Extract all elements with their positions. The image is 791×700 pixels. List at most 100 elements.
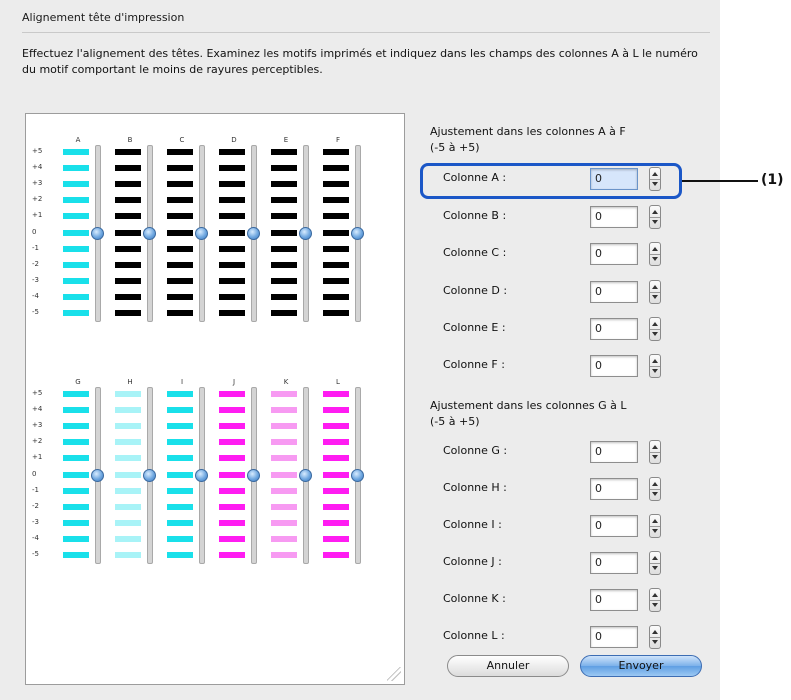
slider-knob-j[interactable] [247, 468, 260, 482]
column-l-input[interactable]: 0 [590, 626, 638, 648]
pattern-mark-g [63, 552, 89, 558]
chevron-up-icon[interactable] [652, 210, 658, 214]
chevron-up-icon[interactable] [652, 593, 658, 597]
field-label: Colonne D : [443, 284, 508, 297]
pattern-mark-h [115, 455, 141, 462]
chevron-down-icon[interactable] [652, 455, 658, 459]
chevron-up-icon[interactable] [652, 630, 658, 634]
pattern-mark-c [167, 310, 193, 316]
field-row-column-j: Colonne J : 0 [430, 551, 710, 575]
column-l-stepper[interactable] [649, 625, 661, 649]
column-c-input[interactable]: 0 [590, 243, 638, 265]
column-header-j: J [232, 378, 236, 386]
pattern-mark-a [63, 165, 89, 172]
pattern-mark-e [271, 197, 297, 204]
cancel-button[interactable]: Annuler [447, 655, 569, 677]
pattern-mark-k [271, 407, 297, 414]
pattern-mark-e [271, 229, 297, 236]
chevron-up-icon[interactable] [652, 519, 658, 523]
slider-knob-l[interactable] [351, 468, 364, 482]
chevron-down-icon[interactable] [652, 640, 658, 644]
field-label: Colonne L : [443, 629, 505, 642]
column-g-stepper[interactable] [649, 440, 661, 464]
chevron-up-icon[interactable] [652, 322, 658, 326]
column-d-stepper[interactable] [649, 280, 661, 304]
row-label: +4 [32, 163, 43, 172]
pattern-mark-d [219, 293, 245, 300]
row-label: -3 [32, 275, 39, 284]
slider-knob-e[interactable] [299, 226, 312, 240]
chevron-down-icon[interactable] [652, 603, 658, 607]
resize-grip-icon[interactable] [387, 667, 401, 681]
pattern-mark-l [323, 407, 349, 414]
pattern-mark-g [63, 439, 89, 446]
column-b-input[interactable]: 0 [590, 206, 638, 228]
slider-knob-k[interactable] [299, 468, 312, 482]
pattern-mark-a [63, 197, 89, 204]
slider-knob-f[interactable] [351, 226, 364, 240]
slider-knob-g[interactable] [91, 468, 104, 482]
stepper-divider [650, 489, 660, 490]
column-f-stepper[interactable] [649, 354, 661, 378]
pattern-mark-b [115, 165, 141, 172]
column-b-stepper[interactable] [649, 205, 661, 229]
chevron-down-icon[interactable] [652, 492, 658, 496]
column-i-input[interactable]: 0 [590, 515, 638, 537]
column-d-input[interactable]: 0 [590, 281, 638, 303]
pattern-mark-h [115, 535, 141, 542]
pattern-mark-k [271, 552, 297, 558]
pattern-mark-d [219, 229, 245, 236]
field-row-column-f: Colonne F : 0 [430, 354, 710, 378]
row-label: -2 [32, 501, 39, 510]
pattern-mark-c [167, 149, 193, 155]
chevron-down-icon[interactable] [652, 566, 658, 570]
chevron-up-icon[interactable] [652, 359, 658, 363]
slider-knob-a[interactable] [91, 226, 104, 240]
pattern-mark-a [63, 261, 89, 268]
row-label: -1 [32, 243, 39, 252]
chevron-up-icon[interactable] [652, 556, 658, 560]
pattern-mark-g [63, 487, 89, 494]
chevron-down-icon[interactable] [652, 295, 658, 299]
field-label: Colonne H : [443, 481, 507, 494]
chevron-down-icon[interactable] [652, 529, 658, 533]
chevron-down-icon[interactable] [652, 257, 658, 261]
column-g-input[interactable]: 0 [590, 441, 638, 463]
slider-knob-b[interactable] [143, 226, 156, 240]
pattern-mark-k [271, 487, 297, 494]
title-divider [22, 32, 710, 33]
pattern-mark-f [323, 310, 349, 316]
pattern-mark-j [219, 552, 245, 558]
chevron-down-icon[interactable] [652, 369, 658, 373]
column-e-input[interactable]: 0 [590, 318, 638, 340]
field-row-column-k: Colonne K : 0 [430, 588, 710, 612]
chevron-up-icon[interactable] [652, 247, 658, 251]
slider-knob-c[interactable] [195, 226, 208, 240]
chevron-up-icon[interactable] [652, 482, 658, 486]
pattern-mark-d [219, 277, 245, 284]
column-h-stepper[interactable] [649, 477, 661, 501]
pattern-mark-c [167, 245, 193, 252]
chevron-down-icon[interactable] [652, 332, 658, 336]
field-label: Colonne K : [443, 592, 506, 605]
pattern-mark-g [63, 471, 89, 478]
column-e-stepper[interactable] [649, 317, 661, 341]
slider-knob-d[interactable] [247, 226, 260, 240]
stepper-divider [650, 292, 660, 293]
column-j-input[interactable]: 0 [590, 552, 638, 574]
stepper-divider [650, 600, 660, 601]
column-h-input[interactable]: 0 [590, 478, 638, 500]
column-i-stepper[interactable] [649, 514, 661, 538]
column-k-input[interactable]: 0 [590, 589, 638, 611]
column-c-stepper[interactable] [649, 242, 661, 266]
pattern-mark-k [271, 471, 297, 478]
column-j-stepper[interactable] [649, 551, 661, 575]
column-f-input[interactable]: 0 [590, 355, 638, 377]
chevron-up-icon[interactable] [652, 285, 658, 289]
chevron-up-icon[interactable] [652, 445, 658, 449]
chevron-down-icon[interactable] [652, 220, 658, 224]
slider-knob-i[interactable] [195, 468, 208, 482]
slider-knob-h[interactable] [143, 468, 156, 482]
send-button[interactable]: Envoyer [580, 655, 702, 677]
column-k-stepper[interactable] [649, 588, 661, 612]
